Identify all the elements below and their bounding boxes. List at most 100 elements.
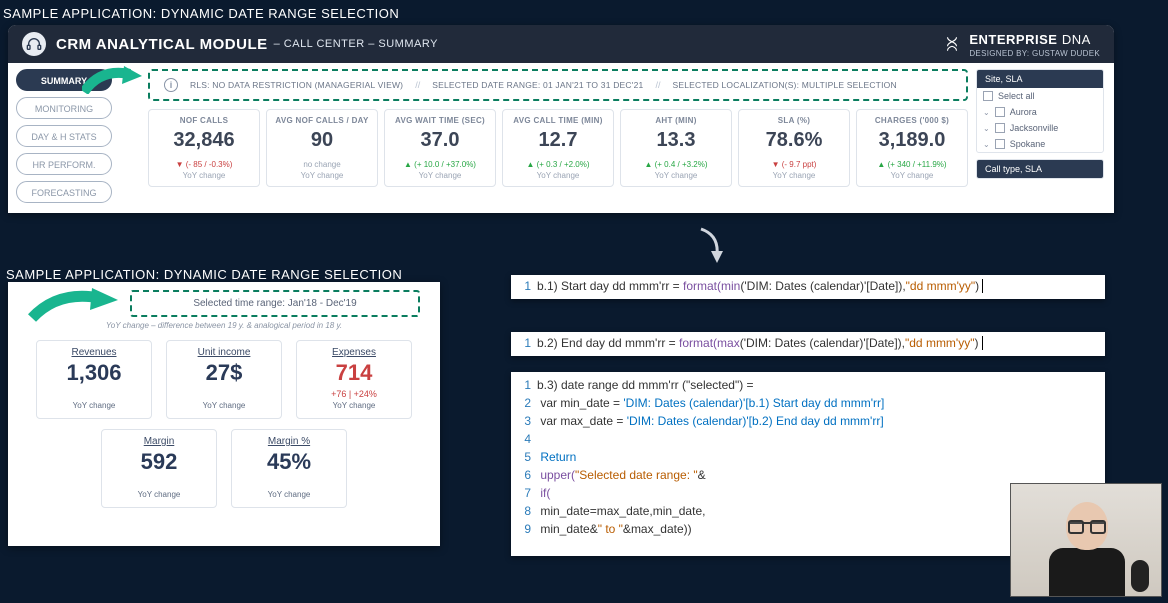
kpi-delta: ▲ (+ 0.3 / +2.0%): [507, 160, 609, 169]
webcam-overlay: [1010, 483, 1162, 597]
connector-arrow-icon: [695, 225, 735, 265]
metric-card: Expenses 714 +76 | +24% YoY change: [296, 340, 412, 419]
card-value: 592: [106, 449, 212, 475]
header-bar: CRM ANALYTICAL MODULE – CALL CENTER – SU…: [8, 25, 1114, 63]
header-title: CRM ANALYTICAL MODULE: [56, 36, 268, 53]
kpi-yoy: YoY change: [271, 171, 373, 180]
section-title-top: SAMPLE APPLICATION: DYNAMIC DATE RANGE S…: [0, 0, 1168, 27]
filter-pane: Site, SLA Select all ⌄Aurora⌄Jacksonvill…: [976, 63, 1114, 213]
card-yoy: YoY change: [41, 401, 147, 410]
kpi-value: 12.7: [507, 129, 609, 152]
card-delta: +230 | +43%: [41, 389, 147, 399]
kpi-delta: ▲ (+ 0.4 / +3.2%): [625, 160, 727, 169]
header-subtitle: – CALL CENTER – SUMMARY: [274, 38, 438, 50]
card-value: 714: [301, 360, 407, 386]
rls-text-b: SELECTED DATE RANGE: 01 JAN'21 TO 31 DEC…: [432, 80, 643, 90]
kpi-delta: ▲ (+ 340 / +11.9%): [861, 160, 963, 169]
metric-card: Unit income 27$ +3 | +12% YoY change: [166, 340, 282, 419]
kpi-yoy: YoY change: [743, 171, 845, 180]
nav-monitoring[interactable]: MONITORING: [16, 97, 112, 119]
kpi-value: 13.3: [625, 129, 727, 152]
filter-calltype: Call type, SLA: [976, 159, 1104, 179]
rls-text-c: SELECTED LOCALIZATION(S): MULTIPLE SELEC…: [672, 80, 896, 90]
code-snippet-b2: 1b.2) End day dd mmm'rr = format(max('DI…: [511, 332, 1105, 356]
kpi-value: 78.6%: [743, 129, 845, 152]
info-icon: i: [164, 78, 178, 92]
metric-card: Margin % 45% +8 p.p YoY change: [231, 429, 347, 508]
kpi-value: 37.0: [389, 129, 491, 152]
selected-range-strip: Selected time range: Jan'18 - Dec'19: [130, 290, 420, 317]
card-title: Margin %: [236, 436, 342, 447]
kpi-card: SLA (%) 78.6% ▼ (- 9.7 ppt) YoY change: [738, 109, 850, 187]
kpi-card: NOF CALLS 32,846 ▼ (- 85 / -0.3%) YoY ch…: [148, 109, 260, 187]
kpi-yoy: YoY change: [389, 171, 491, 180]
filter-site: Site, SLA Select all ⌄Aurora⌄Jacksonvill…: [976, 69, 1104, 153]
checkbox-icon[interactable]: [995, 139, 1005, 149]
kpi-label: AVG CALL TIME (MIN): [507, 116, 609, 125]
annotation-arrow-icon: [82, 64, 142, 94]
headset-icon: [22, 32, 46, 56]
kpi-yoy: YoY change: [625, 171, 727, 180]
kpi-label: AVG WAIT TIME (SEC): [389, 116, 491, 125]
nav-hr-perform[interactable]: HR PERFORM.: [16, 153, 112, 175]
card-title: Revenues: [41, 347, 147, 358]
main-area: i RLS: NO DATA RESTRICTION (MANAGERIAL V…: [120, 63, 976, 213]
rls-info-strip: i RLS: NO DATA RESTRICTION (MANAGERIAL V…: [148, 69, 968, 101]
card-title: Unit income: [171, 347, 277, 358]
kpi-label: NOF CALLS: [153, 116, 255, 125]
brand-block: ENTERPRISE DNA DESIGNED BY: GUSTAW DUDEK: [943, 31, 1100, 58]
kpi-delta: ▲ (+ 10.0 / +37.0%): [389, 160, 491, 169]
filter-calltype-header: Call type, SLA: [977, 160, 1103, 178]
card-row: Revenues 1,306 +230 | +43% YoY changeUni…: [20, 340, 428, 419]
filter-site-item[interactable]: ⌄Spokane: [977, 136, 1103, 152]
yoy-note: YoY change – difference between 19 y. & …: [20, 321, 428, 330]
text-cursor: [978, 336, 982, 350]
kpi-card: AVG CALL TIME (MIN) 12.7 ▲ (+ 0.3 / +2.0…: [502, 109, 614, 187]
crm-dashboard-panel: CRM ANALYTICAL MODULE – CALL CENTER – SU…: [8, 25, 1114, 213]
kpi-delta: ▼ (- 85 / -0.3%): [153, 160, 255, 169]
kpi-delta: ▼ (- 9.7 ppt): [743, 160, 845, 169]
presenter-avatar: [1049, 502, 1125, 597]
card-delta: +3 | +12%: [171, 389, 277, 399]
brand-author: DESIGNED BY: GUSTAW DUDEK: [969, 49, 1100, 58]
filter-site-item[interactable]: ⌄Aurora: [977, 104, 1103, 120]
nav-forecasting[interactable]: FORECASTING: [16, 181, 112, 203]
kpi-label: AVG NOF CALLS / DAY: [271, 116, 373, 125]
kpi-label: SLA (%): [743, 116, 845, 125]
rls-text-a: RLS: NO DATA RESTRICTION (MANAGERIAL VIE…: [190, 80, 403, 90]
kpi-value: 32,846: [153, 129, 255, 152]
checkbox-icon[interactable]: [983, 91, 993, 101]
kpi-card: CHARGES ('000 $) 3,189.0 ▲ (+ 340 / +11.…: [856, 109, 968, 187]
kpi-label: AHT (MIN): [625, 116, 727, 125]
metric-card: Revenues 1,306 +230 | +43% YoY change: [36, 340, 152, 419]
card-delta: +8 p.p: [236, 478, 342, 488]
kpi-label: CHARGES ('000 $): [861, 116, 963, 125]
card-yoy: YoY change: [106, 490, 212, 499]
annotation-arrow-icon: [28, 286, 118, 322]
kpi-card: AHT (MIN) 13.3 ▲ (+ 0.4 / +3.2%) YoY cha…: [620, 109, 732, 187]
card-delta: +154 | +70%: [106, 478, 212, 488]
text-cursor: [979, 279, 983, 293]
card-yoy: YoY change: [171, 401, 277, 410]
code-snippet-b1: 1b.1) Start day dd mmm'rr = format(min('…: [511, 275, 1105, 299]
checkbox-icon[interactable]: [995, 107, 1005, 117]
microphone-icon: [1131, 560, 1149, 592]
card-value: 45%: [236, 449, 342, 475]
nav-day-h-stats[interactable]: DAY & H STATS: [16, 125, 112, 147]
card-value: 1,306: [41, 360, 147, 386]
kpi-yoy: YoY change: [861, 171, 963, 180]
card-title: Expenses: [301, 347, 407, 358]
kpi-yoy: YoY change: [153, 171, 255, 180]
kpi-card: AVG WAIT TIME (SEC) 37.0 ▲ (+ 10.0 / +37…: [384, 109, 496, 187]
card-row: Margin 592 +154 | +70% YoY changeMargin …: [20, 429, 428, 508]
filter-site-item[interactable]: ⌄Jacksonville: [977, 120, 1103, 136]
card-yoy: YoY change: [236, 490, 342, 499]
kpi-card: AVG NOF CALLS / DAY 90 no change YoY cha…: [266, 109, 378, 187]
metric-card: Margin 592 +154 | +70% YoY change: [101, 429, 217, 508]
card-value: 27$: [171, 360, 277, 386]
filter-select-all[interactable]: Select all: [977, 88, 1103, 104]
caret-icon: ⌄: [983, 124, 990, 133]
card-delta: +76 | +24%: [301, 389, 407, 399]
kpi-delta: no change: [271, 160, 373, 169]
checkbox-icon[interactable]: [995, 123, 1005, 133]
